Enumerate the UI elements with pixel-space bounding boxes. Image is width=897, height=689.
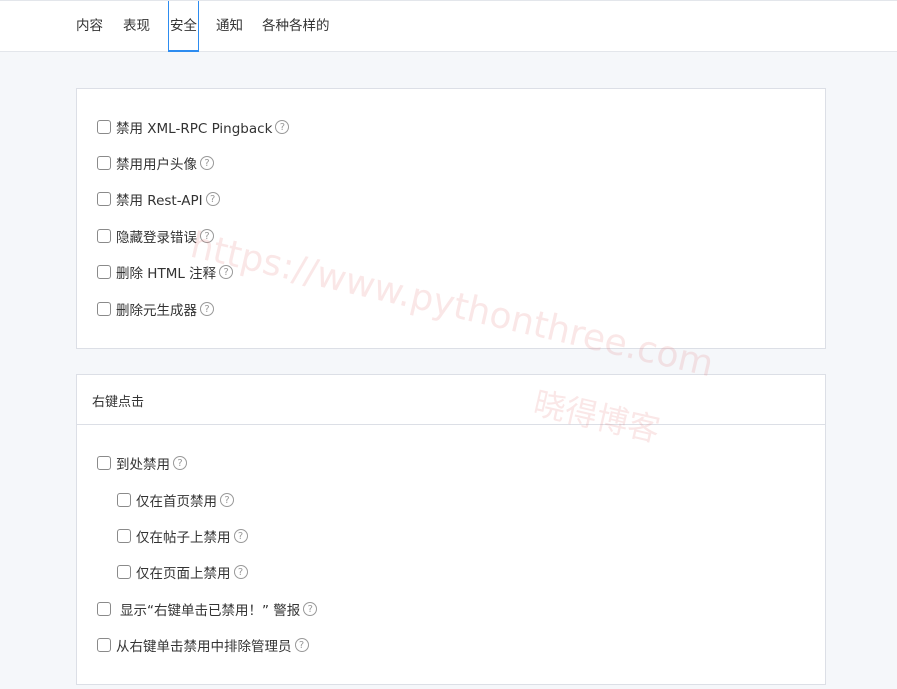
help-icon[interactable]: ? — [200, 302, 214, 316]
option-label: 隐藏登录错误 — [116, 230, 197, 246]
remove-html-comments-checkbox[interactable] — [97, 265, 111, 279]
option-label: 到处禁用 — [116, 457, 170, 473]
disable-posts-only-checkbox[interactable] — [117, 529, 131, 543]
tab-notifications[interactable]: 通知 — [216, 1, 243, 52]
disable-pages-only-checkbox[interactable] — [117, 565, 131, 579]
help-icon[interactable]: ? — [205, 192, 220, 206]
disable-homepage-only-checkbox[interactable] — [117, 493, 131, 507]
help-icon[interactable]: ? — [220, 493, 234, 507]
option-disable-posts-only: 仅在帖子上禁用 ? — [117, 526, 248, 546]
tab-content[interactable]: 内容 — [76, 1, 103, 52]
show-disabled-alert-checkbox[interactable] — [97, 602, 111, 616]
help-icon[interactable]: ? — [173, 456, 187, 470]
option-disable-everywhere: 到处禁用 ? — [97, 453, 187, 473]
option-label: 禁用 XML-RPC Pingback — [116, 121, 273, 137]
option-disable-avatars: 禁用用户头像 ? — [97, 153, 214, 173]
help-icon[interactable]: ? — [275, 120, 290, 134]
tab-appearance[interactable]: 表现 — [123, 1, 150, 52]
option-disable-homepage-only: 仅在首页禁用 ? — [117, 490, 234, 510]
tab-misc[interactable]: 各种各样的 — [262, 1, 330, 52]
help-icon[interactable]: ? — [200, 156, 214, 170]
help-icon[interactable]: ? — [294, 638, 309, 652]
security-options-panel: 禁用 XML-RPC Pingback ? 禁用用户头像 ? 禁用 Rest-A… — [76, 88, 826, 349]
option-label: 仅在页面上禁用 — [136, 566, 231, 582]
disable-rest-api-checkbox[interactable] — [97, 192, 111, 206]
option-label: 仅在帖子上禁用 — [136, 530, 231, 546]
hide-login-errors-checkbox[interactable] — [97, 229, 111, 243]
option-label: 显示“右键单击已禁用！” 警报 — [120, 603, 301, 619]
tab-security[interactable]: 安全 — [168, 1, 199, 52]
option-label: 删除元生成器 — [116, 303, 197, 319]
option-label: 从右键单击禁用中排除管理员 — [116, 639, 292, 655]
panel-title: 右键点击 — [92, 395, 145, 410]
settings-tab-bar: 内容 表现 安全 通知 各种各样的 — [0, 0, 897, 52]
option-label: 禁用 Rest-API — [116, 193, 203, 209]
disable-xmlrpc-pingback-checkbox[interactable] — [97, 120, 111, 134]
option-label: 仅在首页禁用 — [136, 494, 217, 510]
option-disable-xmlrpc-pingback: 禁用 XML-RPC Pingback ? — [97, 117, 290, 137]
help-icon[interactable]: ? — [233, 529, 248, 543]
help-icon[interactable]: ? — [233, 565, 248, 579]
disable-avatars-checkbox[interactable] — [97, 156, 111, 170]
help-icon[interactable]: ? — [303, 602, 318, 616]
option-disable-pages-only: 仅在页面上禁用 ? — [117, 562, 248, 582]
option-show-disabled-alert: 显示“右键单击已禁用！” 警报 ? — [97, 599, 318, 619]
help-icon[interactable]: ? — [200, 229, 214, 243]
option-disable-rest-api: 禁用 Rest-API ? — [97, 189, 220, 209]
right-click-panel: 右键点击 到处禁用 ? 仅在首页禁用 ? 仅在帖子上禁用 ? 仅在页面上禁用 ?… — [76, 374, 826, 685]
panel-header: 右键点击 — [77, 375, 825, 425]
option-label: 删除 HTML 注释 — [116, 266, 217, 282]
option-label: 禁用用户头像 — [116, 157, 197, 173]
disable-everywhere-checkbox[interactable] — [97, 456, 111, 470]
exclude-admins-checkbox[interactable] — [97, 638, 111, 652]
option-hide-login-errors: 隐藏登录错误 ? — [97, 226, 214, 246]
option-exclude-admins: 从右键单击禁用中排除管理员 ? — [97, 635, 309, 655]
option-remove-html-comments: 删除 HTML 注释 ? — [97, 262, 234, 282]
option-remove-meta-generator: 删除元生成器 ? — [97, 299, 214, 319]
remove-meta-generator-checkbox[interactable] — [97, 302, 111, 316]
help-icon[interactable]: ? — [219, 265, 234, 279]
